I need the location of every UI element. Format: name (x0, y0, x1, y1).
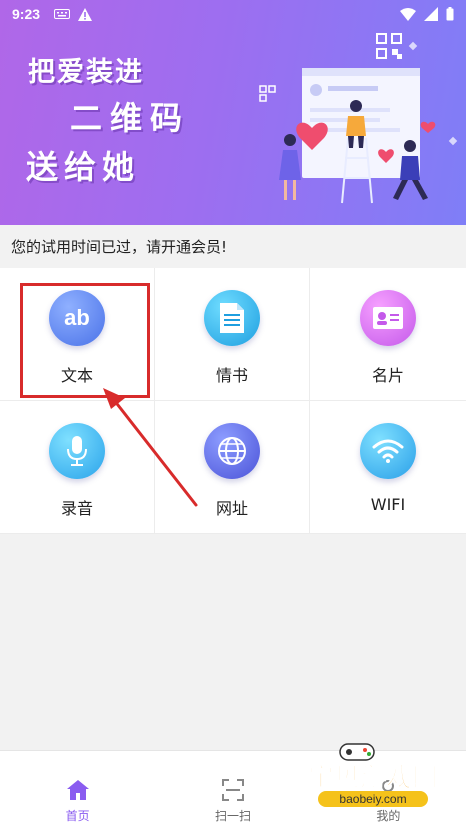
letter-document-icon (204, 290, 260, 346)
business-card-icon (360, 290, 416, 346)
grid-item-label: 网址 (215, 499, 248, 518)
grid-item-business-card[interactable]: 名片 (310, 268, 466, 401)
ab-text-icon: ab (49, 290, 105, 346)
bottom-navigation: 首页 扫一扫 我的 (0, 750, 466, 828)
scan-icon (221, 779, 244, 801)
nav-label-profile: 我的 (376, 809, 401, 823)
banner-illustration (259, 33, 458, 204)
home-icon (66, 780, 89, 800)
keyboard-icon (54, 9, 71, 19)
grid-item-love-letter[interactable]: 情书 (155, 268, 310, 401)
battery-icon (446, 7, 454, 21)
signal-icon (424, 7, 438, 21)
grid-item-wifi[interactable]: WIFI (310, 401, 466, 534)
grid-item-label: 录音 (60, 499, 93, 518)
alert-icon (78, 7, 93, 21)
grid-item-url[interactable]: 网址 (155, 401, 310, 534)
profile-icon (378, 780, 399, 801)
banner-slogan-line2: 二维码 (70, 99, 191, 137)
nav-item-home[interactable]: 首页 (0, 751, 155, 828)
grid-item-label: 情书 (215, 366, 248, 385)
grid-item-recording[interactable]: 录音 (0, 401, 155, 534)
promo-banner[interactable]: 9:23 把爱装进 二维码 送给她 (0, 0, 466, 225)
grid-item-label: WIFI (370, 495, 406, 514)
grid-item-label: 文本 (60, 366, 93, 385)
membership-expired-notice: 您的试用时间已过，请开通会员! (0, 225, 466, 268)
microphone-icon (49, 423, 105, 479)
function-grid: ab 文本 情书 名片 录音 网址 WIFI (0, 268, 466, 534)
wifi-status-icon (400, 7, 416, 21)
nav-item-profile[interactable]: 我的 (311, 751, 466, 828)
grid-item-text[interactable]: ab 文本 (0, 268, 155, 401)
status-bar: 9:23 (0, 0, 466, 28)
qr-code-icon (376, 33, 402, 59)
banner-slogan-line1: 把爱装进 (28, 57, 144, 88)
wifi-icon (360, 423, 416, 479)
status-time: 9:23 (12, 6, 41, 22)
banner-slogan-line3: 送给她 (26, 148, 141, 186)
grid-item-label: 名片 (371, 366, 404, 385)
nav-label-home: 首页 (65, 809, 90, 823)
svg-text:ab: ab (64, 305, 90, 330)
nav-item-scan[interactable]: 扫一扫 (155, 751, 310, 828)
nav-label-scan: 扫一扫 (214, 809, 251, 823)
globe-icon (204, 423, 260, 479)
